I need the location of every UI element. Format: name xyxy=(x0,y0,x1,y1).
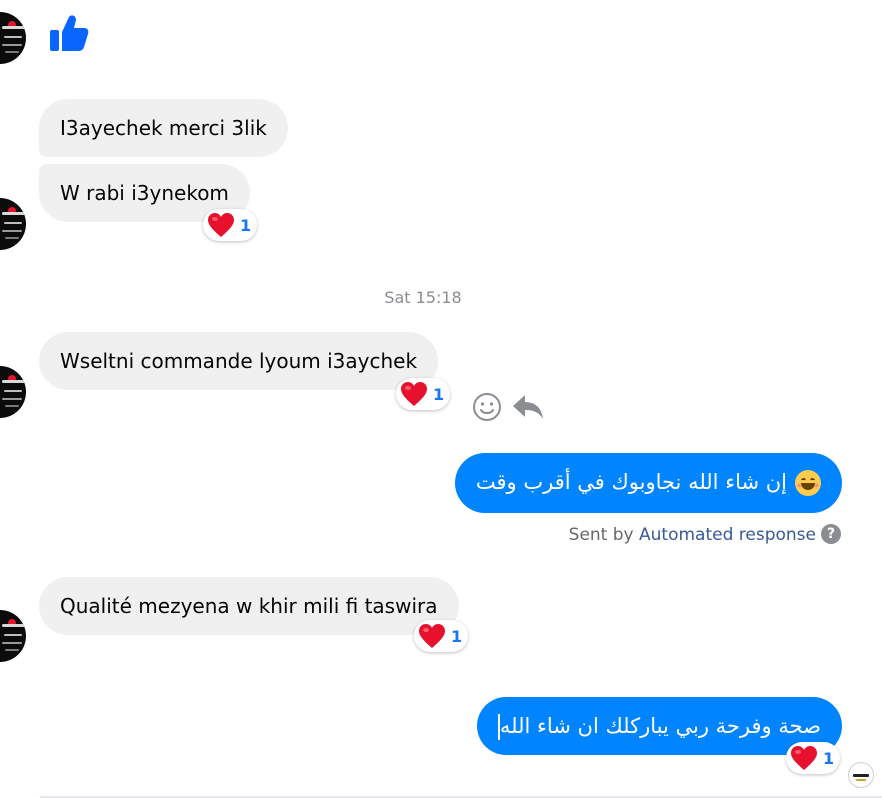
question-circle-icon[interactable]: ? xyxy=(821,524,841,544)
message-bubble[interactable]: Qualité mezyena w khir mili fi taswira xyxy=(39,577,459,635)
smiley-face-icon[interactable] xyxy=(472,392,502,422)
message-bubble[interactable]: Wseltni commande lyoum i3aychek xyxy=(39,332,439,390)
red-heart-icon xyxy=(419,624,445,648)
automated-response-link[interactable]: Automated response xyxy=(639,525,816,545)
smiling-emoji-icon xyxy=(795,470,821,496)
outgoing-message-bubble[interactable]: صحة وفرحة ربي يباركلك ان شاء الله xyxy=(476,697,842,755)
sent-by-prefix: Sent by xyxy=(568,525,634,545)
message-bubble[interactable]: I3ayechek merci 3lik xyxy=(39,99,288,157)
reaction-count: 1 xyxy=(823,748,835,768)
message-text: Qualité mezyena w khir mili fi taswira xyxy=(60,594,438,618)
message-text: W rabi i3ynekom xyxy=(60,181,229,205)
reaction-badge[interactable]: 1 xyxy=(396,378,451,410)
red-heart-icon xyxy=(401,382,427,406)
contact-avatar[interactable] xyxy=(0,198,26,250)
reaction-count: 1 xyxy=(451,626,463,646)
reaction-badge[interactable]: 1 xyxy=(414,620,469,652)
message-text: Wseltni commande lyoum i3aychek xyxy=(60,349,418,373)
contact-avatar[interactable] xyxy=(0,12,26,64)
message-text: I3ayechek merci 3lik xyxy=(60,116,267,140)
red-heart-icon xyxy=(791,746,817,770)
seen-avatar xyxy=(848,762,874,788)
message-text: صحة وفرحة ربي يباركلك ان شاء الله xyxy=(499,714,821,738)
thumbs-up-icon xyxy=(50,15,89,51)
reaction-badge[interactable]: 1 xyxy=(203,209,258,241)
contact-avatar[interactable] xyxy=(0,366,26,418)
reply-arrow-icon[interactable] xyxy=(511,392,545,422)
contact-avatar[interactable] xyxy=(0,610,26,662)
reaction-count: 1 xyxy=(433,384,445,404)
outgoing-message-bubble[interactable]: إن شاء الله نجاوبوك في أقرب وقت xyxy=(454,453,842,513)
reaction-badge[interactable]: 1 xyxy=(786,742,841,774)
reaction-count: 1 xyxy=(240,215,252,235)
timestamp: Sat 15:18 xyxy=(384,288,462,307)
message-text: إن شاء الله نجاوبوك في أقرب وقت xyxy=(475,470,787,494)
sent-by-note: Sent by Automated response xyxy=(569,525,816,545)
red-heart-icon xyxy=(208,213,234,237)
